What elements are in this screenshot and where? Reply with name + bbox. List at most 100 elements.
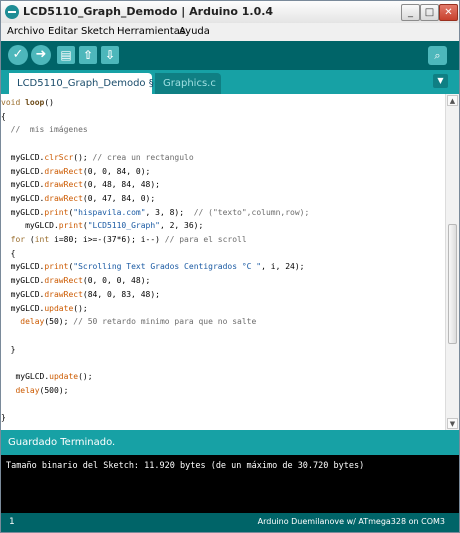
title-bar: LCD5110_Graph_Demodo | Arduino 1.0.4 _ □… (1, 1, 459, 24)
new-button[interactable]: ▤ (57, 46, 75, 64)
verify-button[interactable]: ✓ (8, 45, 28, 65)
chevron-down-icon: ▼ (437, 76, 444, 85)
arduino-ide-window: LCD5110_Graph_Demodo | Arduino 1.0.4 _ □… (0, 0, 460, 533)
code-line: delay(50); // 50 retardo minimo para que… (1, 315, 256, 329)
code-line: } (1, 411, 6, 425)
tab-menu-button[interactable]: ▼ (433, 74, 448, 88)
code-token: (0, 48, 84, 48); (82, 180, 160, 190)
tab-bar: LCD5110_Graph_Demodo § Graphics.c ▼ (1, 70, 459, 94)
code-token: drawRect (44, 180, 83, 190)
code-editor[interactable]: void loop(){ // mis imágenes myGLCD.clrS… (1, 94, 445, 430)
maximize-button[interactable]: □ (420, 4, 439, 21)
code-token: update (49, 372, 79, 381)
upload-button[interactable]: ➜ (31, 45, 51, 65)
code-token: ( (25, 235, 35, 244)
code-token: , 2, 36); (159, 221, 204, 231)
minimize-button[interactable]: _ (401, 4, 420, 21)
code-token: drawRect (44, 289, 83, 299)
save-button[interactable]: ⇩ (101, 46, 119, 64)
code-line: myGLCD.drawRect(0, 0, 84, 0); (1, 165, 151, 179)
console-output[interactable]: Tamaño binario del Sketch: 11.920 bytes … (1, 455, 459, 513)
code-token: myGLCD. (1, 207, 45, 217)
code-token: myGLCD. (1, 303, 45, 313)
code-token: drawRect (44, 166, 83, 176)
code-token: update (44, 303, 74, 313)
code-token: "hispavila.com" (73, 207, 146, 217)
serial-monitor-button[interactable]: ⌕ (428, 46, 447, 65)
code-token: (84, 0, 83, 48); (82, 289, 160, 299)
code-token: { (1, 248, 16, 258)
code-line: { (1, 110, 6, 124)
code-line: myGLCD.update(); (1, 302, 88, 316)
code-token: for (10, 235, 26, 244)
status-bar: Guardado Terminado. (1, 430, 459, 455)
code-token: (0, 47, 84, 0); (82, 193, 156, 203)
scroll-down-button[interactable]: ▼ (447, 418, 458, 429)
code-token: // crea un rectangulo (92, 152, 194, 162)
tab-graphics-c[interactable]: Graphics.c (155, 73, 221, 94)
menu-herramientas[interactable]: Herramientas (117, 26, 185, 37)
save-icon: ⇩ (104, 48, 116, 62)
code-line: } (1, 343, 16, 357)
console-text: Tamaño binario del Sketch: 11.920 bytes … (6, 461, 365, 471)
close-button[interactable]: ✕ (439, 4, 458, 21)
code-line: myGLCD.drawRect(0, 0, 0, 48); (1, 274, 151, 288)
scroll-up-button[interactable]: ▲ (447, 95, 458, 106)
arrow-right-icon: ➜ (35, 47, 47, 62)
code-token: int (34, 235, 50, 244)
toolbar: ✓ ➜ ▤ ⇧ ⇩ ⌕ (1, 41, 459, 70)
menu-archivo[interactable]: Archivo (7, 26, 44, 37)
code-token: drawRect (44, 276, 83, 286)
tab-lcd5110-graph-demodo[interactable]: LCD5110_Graph_Demodo § (9, 73, 154, 94)
code-token: , 3, 8); (145, 207, 194, 217)
code-token: myGLCD. (1, 221, 59, 231)
code-token: myGLCD. (1, 152, 45, 162)
code-token: myGLCD. (1, 262, 45, 272)
code-token: myGLCD. (1, 289, 45, 299)
code-token: (500); (39, 385, 69, 395)
open-button[interactable]: ⇧ (79, 46, 97, 64)
serial-monitor-icon: ⌕ (434, 49, 441, 62)
editor-scrollbar[interactable]: ▲ ▼ (445, 94, 459, 430)
code-line: myGLCD.clrScr(); // crea un rectangulo (1, 151, 194, 165)
code-token: } (1, 413, 6, 423)
code-token: myGLCD. (1, 372, 50, 381)
code-line: // mis imágenes (1, 123, 88, 137)
code-token: myGLCD. (1, 166, 45, 176)
arduino-logo-icon (5, 5, 19, 19)
code-line: myGLCD.drawRect(0, 47, 84, 0); (1, 192, 156, 206)
window-title: LCD5110_Graph_Demodo | Arduino 1.0.4 (23, 5, 274, 18)
menu-sketch[interactable]: Sketch (81, 26, 115, 37)
code-line: myGLCD.update(); (1, 370, 93, 384)
code-token: "LCD5110_Graph" (87, 221, 160, 231)
footer-bar: 1 Arduino Duemilanove w/ ATmega328 on CO… (1, 513, 459, 532)
board-info: Arduino Duemilanove w/ ATmega328 on COM3 (257, 517, 445, 526)
line-number: 1 (9, 517, 15, 527)
code-token: // ("texto",column,row); (193, 207, 310, 217)
code-line: myGLCD.print("LCD5110_Graph", 2, 36); (1, 219, 203, 233)
code-token: // para el scroll (164, 235, 247, 244)
code-token: // 50 retardo minimo para que no salte (73, 317, 257, 327)
code-token: (0, 0, 0, 48); (82, 276, 151, 286)
scrollbar-thumb[interactable] (448, 224, 457, 344)
code-token: print (58, 221, 83, 231)
code-token: delay (15, 385, 40, 395)
code-line: for (int i=80; i>=-(37*6); i--) // para … (1, 233, 247, 247)
code-line: delay(500); (1, 384, 68, 398)
code-token: (); (78, 372, 93, 381)
code-line: myGLCD.print("Scrolling Text Grados Cent… (1, 260, 305, 274)
menu-bar: Archivo Editar Sketch Herramientas Ayuda (1, 23, 459, 41)
code-token: i=80; i>=-(37*6); i--) (49, 235, 165, 244)
code-token: clrScr (44, 152, 74, 162)
code-token: delay (20, 317, 45, 327)
menu-editar[interactable]: Editar (48, 26, 78, 37)
code-token: void (1, 98, 26, 107)
code-token: myGLCD. (1, 193, 45, 203)
code-line: myGLCD.print("hispavila.com", 3, 8); // … (1, 206, 310, 220)
code-token: (); (73, 303, 88, 313)
menu-ayuda[interactable]: Ayuda (179, 26, 210, 37)
code-token: (0, 0, 84, 0); (82, 166, 151, 176)
code-token: (); (73, 152, 93, 162)
